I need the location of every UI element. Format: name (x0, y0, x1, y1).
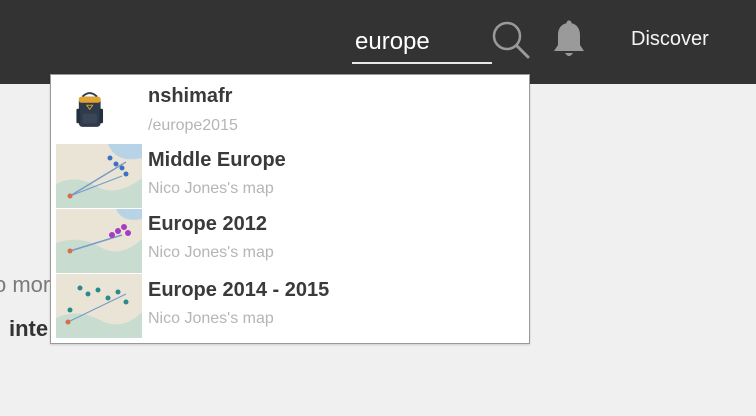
search-result-map[interactable]: Europe 2014 - 2015 Nico Jones's map (56, 274, 526, 338)
map-thumbnail (56, 144, 142, 208)
bell-icon[interactable] (550, 19, 588, 61)
result-subtitle: Nico Jones's map (148, 244, 274, 261)
result-subtitle: /europe2015 (148, 117, 238, 134)
search-icon[interactable] (490, 19, 532, 61)
result-title: nshimafr (148, 85, 233, 107)
result-subtitle: Nico Jones's map (148, 180, 274, 197)
search-input[interactable] (352, 22, 492, 64)
result-subtitle: Nico Jones's map (148, 310, 274, 327)
result-title: Europe 2012 (148, 213, 267, 235)
result-title: Middle Europe (148, 149, 286, 171)
background-text: o mor (0, 272, 51, 297)
map-thumbnail (56, 274, 142, 338)
search-results-dropdown: nshimafr /europe2015 Middle Europe Nico … (50, 74, 530, 344)
search-result-map[interactable]: Europe 2012 Nico Jones's map (56, 209, 526, 273)
map-thumbnail (56, 209, 142, 273)
search-result-user[interactable]: nshimafr /europe2015 (56, 77, 526, 143)
top-navigation-bar: Discover (0, 0, 756, 84)
result-title: Europe 2014 - 2015 (148, 279, 330, 301)
background-heading: inte (9, 316, 49, 341)
backpack-icon (76, 92, 104, 127)
discover-link[interactable]: Discover (631, 28, 709, 51)
search-result-map[interactable]: Middle Europe Nico Jones's map (56, 144, 526, 208)
